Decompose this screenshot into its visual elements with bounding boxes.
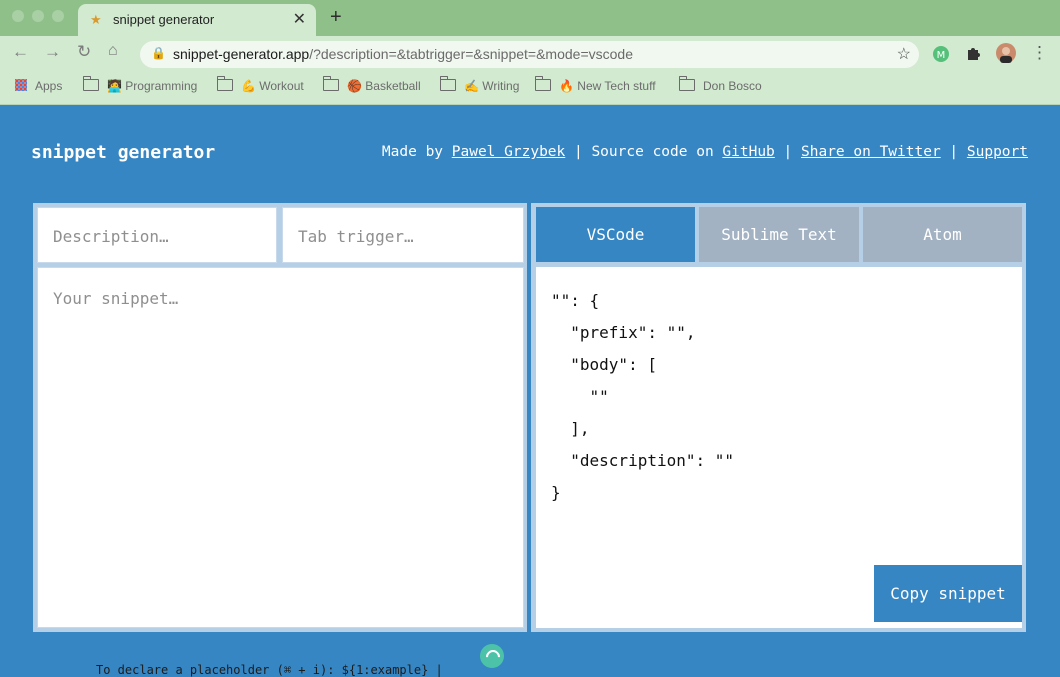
folder-icon	[679, 76, 695, 91]
tab-sublime-text[interactable]: Sublime Text	[699, 207, 859, 262]
made-by-text: Made by	[381, 144, 452, 160]
window-close-dot[interactable]	[12, 10, 24, 22]
reload-icon[interactable]: ↻	[77, 42, 91, 62]
input-panel: Description… Tab trigger… Your snippet… …	[33, 203, 527, 677]
generated-code: "": { "prefix": "", "body": [ "" ], "des…	[551, 291, 735, 502]
bookmark-new-tech-stuff[interactable]: 🔥 New Tech stuff	[535, 76, 656, 93]
folder-icon	[83, 76, 99, 91]
twitter-share-link[interactable]: Share on Twitter	[801, 144, 941, 160]
tab-trigger-input[interactable]: Tab trigger…	[282, 207, 524, 263]
author-link[interactable]: Pawel Grzybek	[452, 144, 566, 160]
home-icon[interactable]: ⌂	[108, 42, 118, 60]
browser-menu-icon[interactable]: ⋮	[1031, 43, 1048, 63]
bookmark-writing[interactable]: ✍️ Writing	[440, 76, 519, 93]
output-panel: VSCode Sublime Text Atom "": { "prefix":…	[531, 203, 1026, 632]
url-text: snippet-generator.app/?description=&tabt…	[173, 46, 633, 62]
bookmark-workout[interactable]: 💪 Workout	[217, 76, 304, 93]
support-link[interactable]: Support	[967, 144, 1028, 160]
snippet-output: "": { "prefix": "", "body": [ "" ], "des…	[536, 267, 1022, 628]
separator: |	[940, 144, 967, 160]
bookmarks-bar: Apps 🧑‍💻 Programming 💪 Workout 🏀 Basketb…	[0, 72, 1060, 105]
address-bar[interactable]: 🔒 snippet-generator.app/?description=&ta…	[140, 41, 919, 68]
back-icon[interactable]: ←	[12, 42, 29, 62]
apps-grid-icon	[15, 79, 27, 91]
more-info-link[interactable]: More info	[450, 663, 515, 677]
bookmark-star-icon[interactable]: ☆	[897, 44, 911, 64]
bookmark-apps[interactable]: Apps	[15, 79, 62, 93]
window-minimize-dot[interactable]	[32, 10, 44, 22]
tab-atom[interactable]: Atom	[863, 207, 1022, 262]
site-title: snippet generator	[31, 142, 216, 163]
folder-icon	[217, 76, 233, 91]
forward-icon[interactable]: →	[44, 42, 61, 62]
svg-text:M: M	[937, 50, 946, 61]
source-code-text: | Source code on	[565, 144, 723, 160]
window-zoom-dot[interactable]	[52, 10, 64, 22]
github-link[interactable]: GitHub	[722, 144, 774, 160]
hint-text: To declare a placeholder (⌘ + i): ${1:ex…	[96, 663, 451, 677]
tab-vscode[interactable]: VSCode	[536, 207, 695, 262]
lock-icon: 🔒	[151, 46, 166, 60]
folder-icon	[440, 76, 456, 91]
browser-tab[interactable]: ★ snippet generator ✕	[78, 4, 316, 36]
extension-m-icon[interactable]: M	[932, 45, 950, 63]
tab-close-icon[interactable]: ✕	[293, 9, 306, 29]
folder-icon	[323, 76, 339, 91]
tab-favicon-icon: ★	[90, 12, 102, 27]
folder-icon	[535, 76, 551, 91]
loading-spinner-icon	[480, 644, 504, 668]
description-input[interactable]: Description…	[37, 207, 277, 263]
profile-avatar[interactable]	[996, 43, 1016, 63]
snippet-placeholder: Your snippet…	[53, 289, 179, 308]
browser-tab-strip: ★ snippet generator ✕ +	[0, 0, 1060, 36]
bookmark-don-bosco[interactable]: Don Bosco	[679, 76, 762, 93]
new-tab-icon[interactable]: +	[330, 6, 342, 29]
extensions-puzzle-icon[interactable]	[965, 45, 982, 62]
header-credits: Made by Pawel Grzybek | Source code on G…	[382, 144, 1028, 160]
placeholder-hint: To declare a placeholder (⌘ + i): ${1:ex…	[96, 663, 515, 677]
tab-title: snippet generator	[113, 12, 215, 27]
copy-snippet-button[interactable]: Copy snippet	[874, 565, 1022, 622]
snippet-textarea[interactable]: Your snippet… To declare a placeholder (…	[37, 267, 524, 677]
bookmark-basketball[interactable]: 🏀 Basketball	[323, 76, 421, 93]
separator: |	[774, 144, 801, 160]
bookmark-programming[interactable]: 🧑‍💻 Programming	[83, 76, 197, 93]
